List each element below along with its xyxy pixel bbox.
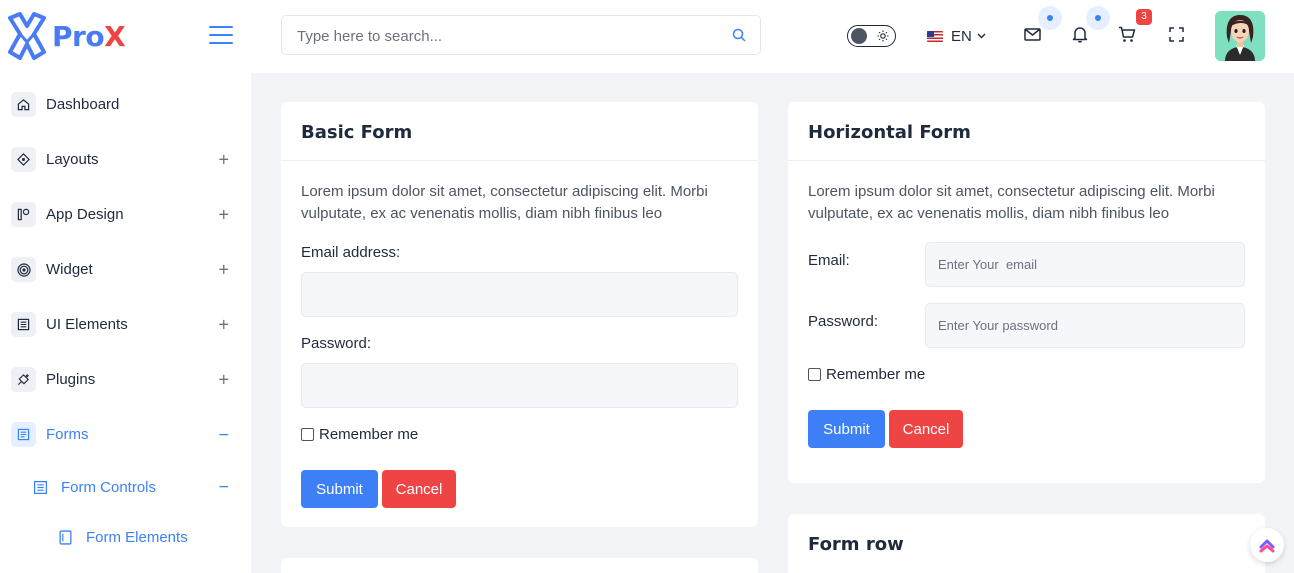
remember-me-label: Remember me	[319, 426, 419, 443]
card-title: Horizontal Form	[808, 122, 971, 143]
email-field[interactable]	[925, 242, 1245, 287]
remember-me-row[interactable]: Remember me	[301, 426, 418, 443]
basic-form-card: Basic Form Lorem ipsum dolor sit amet, c…	[281, 102, 758, 527]
search-input[interactable]	[297, 25, 717, 47]
ui-elements-icon	[11, 312, 36, 337]
home-icon	[11, 92, 36, 117]
cancel-button[interactable]: Cancel	[889, 410, 963, 448]
sidebar-item-label: Layouts	[46, 151, 99, 168]
password-field[interactable]	[925, 303, 1245, 348]
language-selector[interactable]: EN	[927, 25, 986, 47]
prox-logo-icon	[8, 12, 46, 60]
sun-icon	[877, 30, 889, 42]
submit-button[interactable]: Submit	[301, 470, 378, 508]
sidebar-item-layouts[interactable]: Layouts +	[0, 132, 251, 187]
sidebar-item-label: UI Elements	[46, 316, 128, 333]
cancel-button[interactable]: Cancel	[382, 470, 456, 508]
sidebar-item-widget[interactable]: Widget +	[0, 242, 251, 297]
cart-icon[interactable]	[1115, 22, 1139, 46]
divider	[788, 160, 1265, 161]
remember-me-label: Remember me	[826, 366, 926, 383]
sidebar-item-label: Forms	[46, 426, 89, 443]
mail-icon[interactable]	[1020, 22, 1044, 46]
password-field[interactable]	[301, 363, 738, 408]
target-icon	[11, 257, 36, 282]
sidebar-item-plugins[interactable]: Plugins +	[0, 352, 251, 407]
card-description: Lorem ipsum dolor sit amet, consectetur …	[808, 183, 1215, 222]
card-title: Basic Form	[301, 122, 413, 143]
sidebar-item-label: Dashboard	[46, 96, 120, 113]
email-label: Email address:	[301, 244, 401, 261]
sidebar-subitem-form-elements[interactable]: Form Elements	[0, 512, 251, 562]
expand-icon[interactable]: +	[218, 314, 229, 335]
sidebar-item-label: App Design	[46, 206, 124, 223]
chevron-down-icon	[977, 33, 986, 39]
next-card	[281, 558, 758, 573]
floating-action-button[interactable]	[1250, 528, 1284, 562]
app-design-icon	[11, 202, 36, 227]
user-avatar-icon	[1215, 11, 1265, 61]
email-label: Email:	[808, 252, 850, 269]
password-label: Password:	[808, 313, 879, 330]
search-icon[interactable]	[732, 28, 746, 42]
sidebar: ProX Dashboard Layouts + App Design + Wi…	[0, 0, 251, 573]
sidebar-item-forms[interactable]: Forms −	[0, 407, 251, 462]
sidebar-item-label: Form Controls	[61, 478, 157, 496]
remember-me-checkbox[interactable]	[301, 428, 314, 441]
top-header: EN 3	[251, 0, 1294, 73]
expand-icon[interactable]: +	[218, 149, 229, 170]
us-flag-icon	[927, 30, 943, 42]
sidebar-item-label: Plugins	[46, 371, 96, 388]
theme-toggle[interactable]	[847, 25, 896, 47]
horizontal-form-card: Horizontal Form Lorem ipsum dolor sit am…	[788, 102, 1265, 483]
document-icon	[59, 529, 72, 545]
logo[interactable]: ProX	[6, 12, 126, 60]
sidebar-item-ui-elements[interactable]: UI Elements +	[0, 297, 251, 352]
sidebar-item-label: Widget	[46, 261, 93, 278]
collapse-icon[interactable]: −	[218, 424, 229, 445]
collapse-icon[interactable]: −	[218, 477, 229, 498]
form-row-card: Form row	[788, 514, 1265, 573]
avatar[interactable]	[1215, 11, 1265, 61]
forms-icon	[11, 422, 36, 447]
plug-icon	[11, 367, 36, 392]
remember-me-checkbox[interactable]	[808, 368, 821, 381]
password-label: Password:	[301, 335, 372, 352]
search-box[interactable]	[281, 15, 761, 55]
toggle-knob	[851, 28, 867, 44]
expand-icon[interactable]: +	[218, 259, 229, 280]
submit-button[interactable]: Submit	[808, 410, 885, 448]
remember-me-row[interactable]: Remember me	[808, 366, 925, 383]
sidebar-item-dashboard[interactable]: Dashboard	[0, 77, 251, 132]
form-controls-icon	[33, 480, 48, 494]
email-field[interactable]	[301, 272, 738, 317]
chevron-up-icon	[1259, 539, 1275, 553]
card-title: Form row	[808, 534, 904, 555]
hamburger-menu-icon[interactable]	[209, 26, 233, 44]
bell-icon[interactable]	[1068, 22, 1092, 46]
sidebar-item-label: Form Elements	[86, 528, 188, 546]
sidebar-item-app-design[interactable]: App Design +	[0, 187, 251, 242]
cart-count-badge: 3	[1136, 9, 1152, 25]
language-label: EN	[951, 27, 972, 45]
card-description: Lorem ipsum dolor sit amet, consectetur …	[301, 183, 708, 222]
fullscreen-icon[interactable]	[1164, 22, 1188, 46]
expand-icon[interactable]: +	[218, 369, 229, 390]
sidebar-menu: Dashboard Layouts + App Design + Widget …	[0, 77, 251, 562]
diamond-icon	[11, 147, 36, 172]
brand-name: ProX	[52, 19, 126, 53]
divider	[281, 160, 758, 161]
expand-icon[interactable]: +	[218, 204, 229, 225]
sidebar-subitem-form-controls[interactable]: Form Controls −	[0, 462, 251, 512]
